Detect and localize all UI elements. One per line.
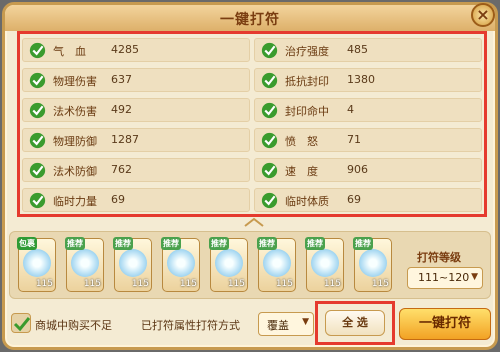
check-icon[interactable] <box>261 162 278 179</box>
buy-shortage-label: 商城中购买不足 <box>35 319 112 332</box>
attribute-value: 4285 <box>111 43 139 56</box>
attribute-row[interactable]: 抵抗封印 1380 <box>254 68 482 92</box>
talisman-icon <box>119 249 147 277</box>
attribute-row[interactable]: 封印命中 4 <box>254 98 482 122</box>
card-level: 115 <box>35 279 53 289</box>
talisman-card[interactable]: 推荐 115 <box>353 237 392 292</box>
attribute-value: 4 <box>347 103 354 116</box>
attribute-label: 封印命中 <box>285 105 329 118</box>
attribute-label: 法术防御 <box>53 165 97 178</box>
collapse-arrow-icon[interactable] <box>243 217 265 227</box>
attribute-row[interactable]: 法术伤害 492 <box>22 98 250 122</box>
card-tag: 推荐 <box>65 237 85 250</box>
attribute-row[interactable]: 物理防御 1287 <box>22 128 250 152</box>
card-level: 115 <box>179 279 197 289</box>
attribute-label: 物理伤害 <box>53 75 97 88</box>
card-tag: 推荐 <box>305 237 325 250</box>
attribute-label: 愤 怒 <box>285 135 318 148</box>
talisman-card[interactable]: 推荐 115 <box>305 237 344 292</box>
dialog-panel: 一键打符 × 气 血 4285 物理伤害 637 法术伤害 492 物理防御 1287 法术防御… <box>2 2 498 350</box>
close-button[interactable]: × <box>471 3 495 27</box>
mode-value: 覆盖 <box>267 319 289 332</box>
level-value: 111~120 <box>418 271 470 284</box>
card-level: 115 <box>275 279 293 289</box>
attribute-list: 气 血 4285 物理伤害 637 法术伤害 492 物理防御 1287 法术防御 762 临时力量… <box>17 31 487 217</box>
talisman-icon <box>167 249 195 277</box>
talisman-icon <box>71 249 99 277</box>
talisman-icon <box>23 249 51 277</box>
attribute-row[interactable]: 物理伤害 637 <box>22 68 250 92</box>
attribute-row[interactable]: 临时力量 69 <box>22 188 250 212</box>
check-icon[interactable] <box>29 132 46 149</box>
attribute-value: 485 <box>347 43 368 56</box>
check-icon[interactable] <box>261 102 278 119</box>
card-level: 115 <box>371 279 389 289</box>
check-icon[interactable] <box>29 72 46 89</box>
check-icon[interactable] <box>261 192 278 209</box>
attribute-row[interactable]: 临时体质 69 <box>254 188 482 212</box>
card-level: 115 <box>227 279 245 289</box>
attribute-value: 69 <box>111 193 125 206</box>
talisman-icon <box>311 249 339 277</box>
attribute-value: 71 <box>347 133 361 146</box>
attribute-label: 气 血 <box>53 45 86 58</box>
check-icon <box>13 317 31 332</box>
attribute-row[interactable]: 速 度 906 <box>254 158 482 182</box>
check-icon[interactable] <box>261 42 278 59</box>
attribute-label: 临时力量 <box>53 195 97 208</box>
talisman-icon <box>215 249 243 277</box>
attribute-label: 法术伤害 <box>53 105 97 118</box>
attribute-value: 906 <box>347 163 368 176</box>
attribute-label: 临时体质 <box>285 195 329 208</box>
card-tag: 推荐 <box>113 237 133 250</box>
chevron-down-icon: ▼ <box>471 272 478 282</box>
talisman-card[interactable]: 推荐 115 <box>113 237 152 292</box>
check-icon[interactable] <box>29 192 46 209</box>
card-tag: 推荐 <box>353 237 373 250</box>
mode-select[interactable]: 覆盖 ▼ <box>258 312 314 336</box>
one-click-button[interactable]: 一键打符 <box>399 308 491 340</box>
talisman-card[interactable]: 推荐 115 <box>257 237 296 292</box>
attribute-value: 1380 <box>347 73 375 86</box>
card-tag: 推荐 <box>161 237 181 250</box>
attribute-row[interactable]: 愤 怒 71 <box>254 128 482 152</box>
attribute-value: 69 <box>347 193 361 206</box>
card-tag: 推荐 <box>257 237 277 250</box>
title-bar: 一键打符 <box>5 5 495 31</box>
attribute-value: 1287 <box>111 133 139 146</box>
level-label: 打符等级 <box>417 251 461 264</box>
chevron-down-icon: ▼ <box>302 317 309 327</box>
mode-label: 已打符属性打符方式 <box>141 319 240 332</box>
check-icon[interactable] <box>29 42 46 59</box>
check-icon[interactable] <box>29 102 46 119</box>
attribute-row[interactable]: 法术防御 762 <box>22 158 250 182</box>
card-level: 115 <box>323 279 341 289</box>
card-tag: 包裹 <box>17 237 37 250</box>
talisman-card[interactable]: 推荐 115 <box>209 237 248 292</box>
attribute-value: 492 <box>111 103 132 116</box>
level-select[interactable]: 111~120 ▼ <box>407 267 483 289</box>
attribute-label: 速 度 <box>285 165 318 178</box>
talisman-icon <box>359 249 387 277</box>
attribute-label: 治疗强度 <box>285 45 329 58</box>
card-level: 115 <box>83 279 101 289</box>
talisman-card[interactable]: 包裹 115 <box>17 237 56 292</box>
attribute-value: 762 <box>111 163 132 176</box>
check-icon[interactable] <box>261 72 278 89</box>
talisman-icon <box>263 249 291 277</box>
check-icon[interactable] <box>29 162 46 179</box>
buy-shortage-checkbox[interactable] <box>11 313 31 333</box>
attribute-value: 637 <box>111 73 132 86</box>
card-tag: 推荐 <box>209 237 229 250</box>
talisman-card[interactable]: 推荐 115 <box>161 237 200 292</box>
dialog-title: 一键打符 <box>220 12 280 28</box>
attribute-label: 物理防御 <box>53 135 97 148</box>
talisman-card[interactable]: 推荐 115 <box>65 237 104 292</box>
card-level: 115 <box>131 279 149 289</box>
attribute-row[interactable]: 治疗强度 485 <box>254 38 482 62</box>
check-icon[interactable] <box>261 132 278 149</box>
attribute-label: 抵抗封印 <box>285 75 329 88</box>
attribute-row[interactable]: 气 血 4285 <box>22 38 250 62</box>
select-all-button[interactable]: 全 选 <box>325 310 385 336</box>
